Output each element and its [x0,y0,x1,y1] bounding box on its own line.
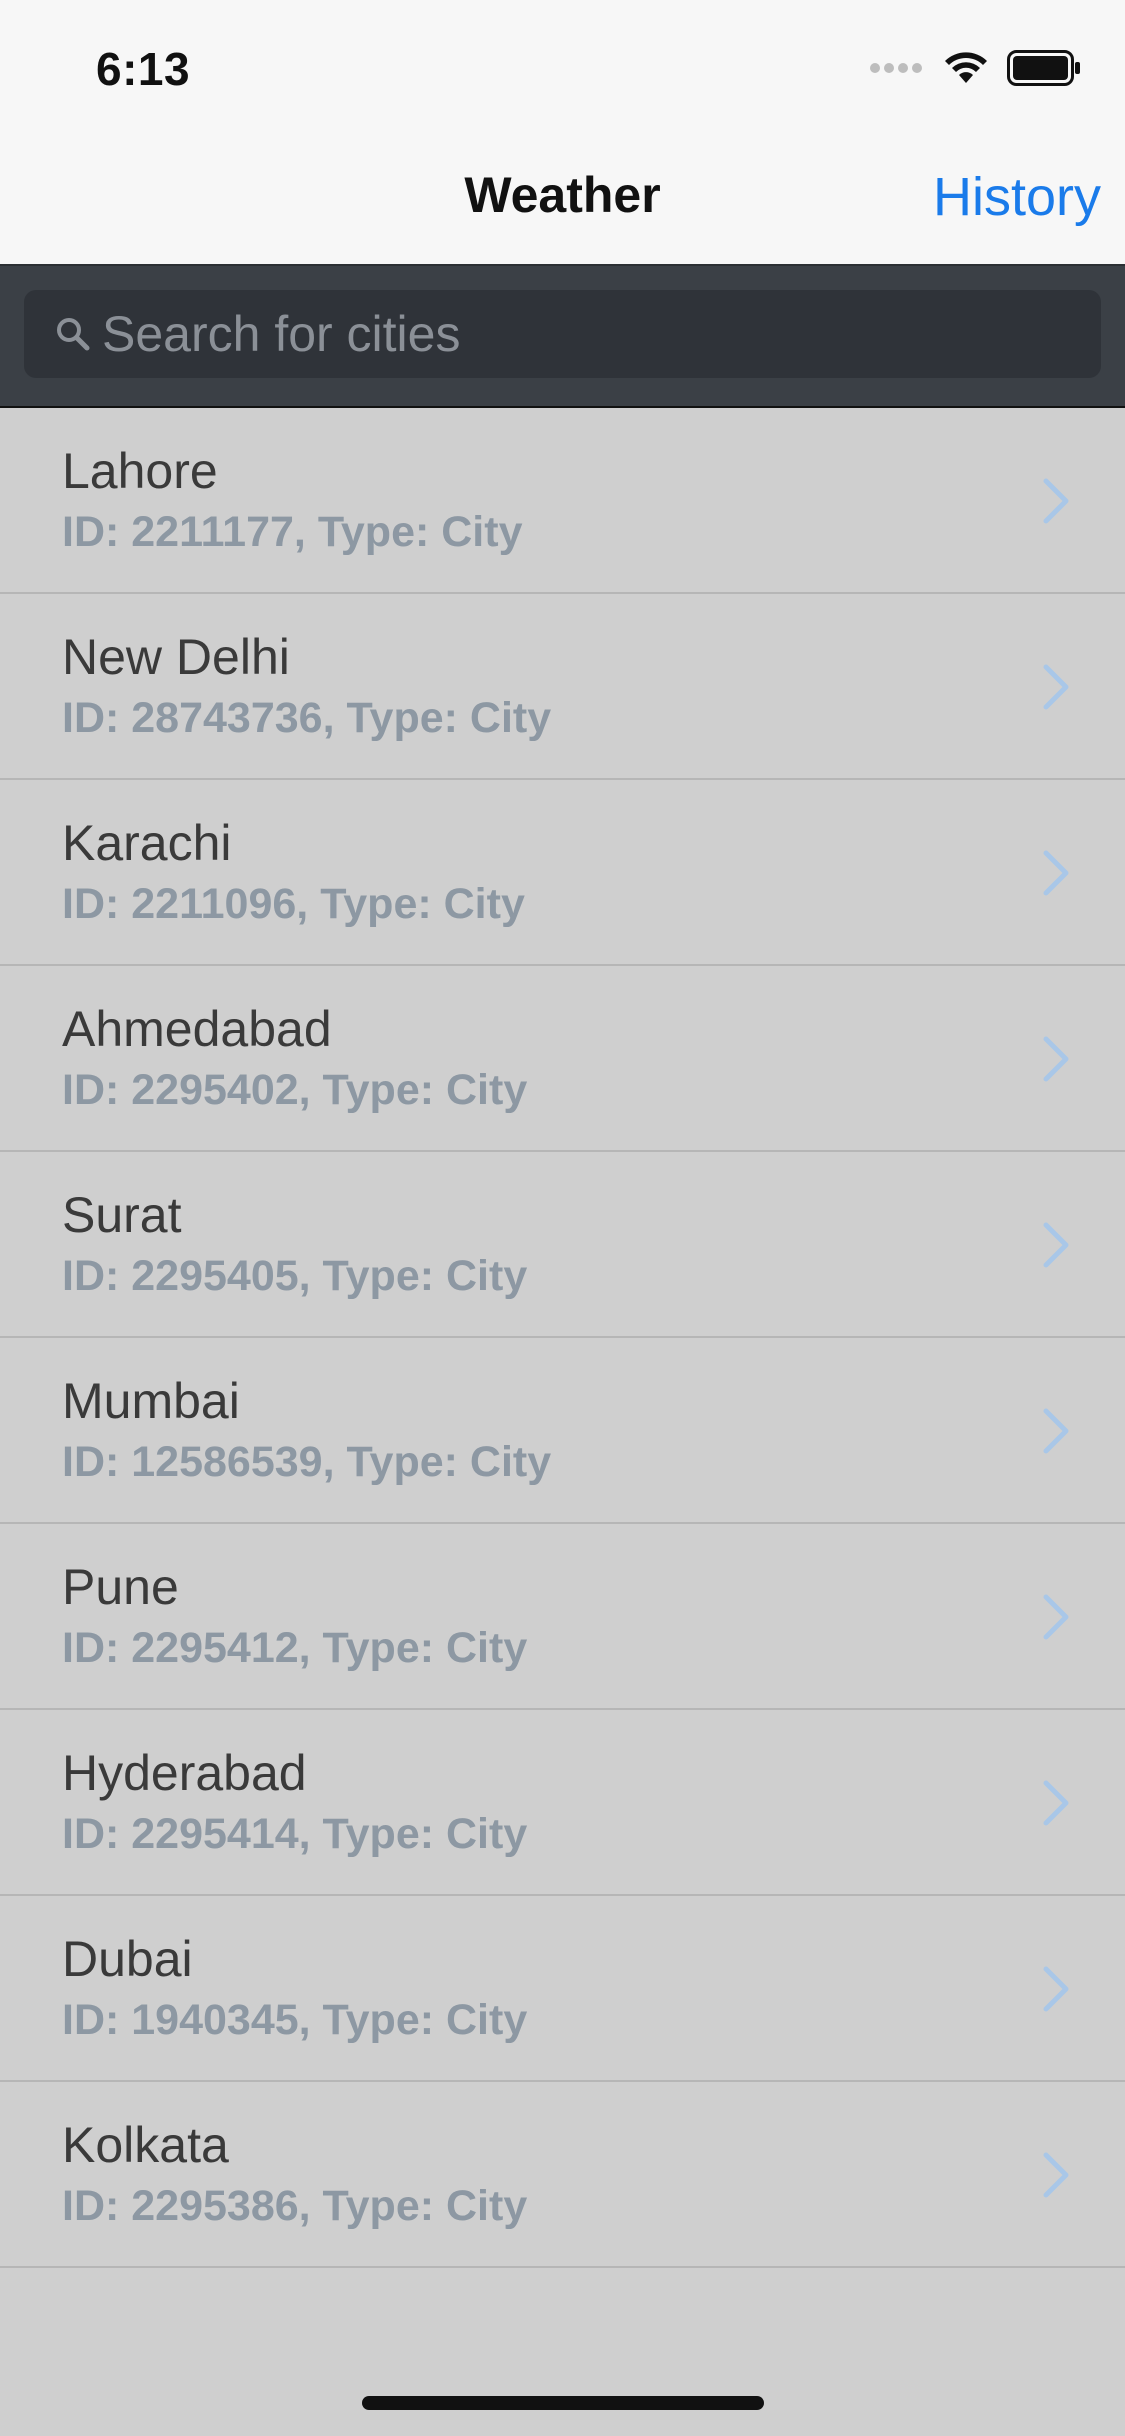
search-bar [0,266,1125,408]
city-name: Dubai [62,1931,193,1987]
city-details: ID: 2295402, Type: City [62,1066,528,1114]
city-list: Lahore ID: 2211177, Type: City New Delhi… [0,408,1125,2268]
chevron-right-icon [1043,1594,1069,1640]
list-item[interactable]: Ahmedabad ID: 2295402, Type: City [0,966,1125,1152]
city-name: Karachi [62,815,232,871]
battery-icon [1007,49,1081,91]
list-item[interactable]: Mumbai ID: 12586539, Type: City [0,1338,1125,1524]
city-name: Kolkata [62,2117,229,2173]
list-item[interactable]: Lahore ID: 2211177, Type: City [0,408,1125,594]
city-name: New Delhi [62,629,290,685]
chevron-right-icon [1043,1780,1069,1826]
search-icon [52,313,94,355]
city-details: ID: 1940345, Type: City [62,1996,528,2044]
list-item[interactable]: Surat ID: 2295405, Type: City [0,1152,1125,1338]
history-button[interactable]: History [933,166,1101,228]
chevron-right-icon [1043,2152,1069,2198]
city-details: ID: 2211177, Type: City [62,508,523,556]
chevron-right-icon [1043,1222,1069,1268]
city-details: ID: 2211096, Type: City [62,880,525,928]
city-name: Surat [62,1187,182,1243]
home-indicator[interactable] [362,2396,764,2410]
list-item[interactable]: Pune ID: 2295412, Type: City [0,1524,1125,1710]
chevron-right-icon [1043,1408,1069,1454]
chevron-right-icon [1043,1036,1069,1082]
status-icons [869,49,1081,91]
city-name: Mumbai [62,1373,240,1429]
status-bar: 6:13 [0,0,1125,132]
city-details: ID: 2295386, Type: City [62,2182,528,2230]
list-item[interactable]: Kolkata ID: 2295386, Type: City [0,2082,1125,2268]
city-name: Lahore [62,443,218,499]
chevron-right-icon [1043,664,1069,710]
wifi-icon [943,51,989,90]
city-details: ID: 2295405, Type: City [62,1252,528,1300]
chevron-right-icon [1043,850,1069,896]
city-details: ID: 2295414, Type: City [62,1810,528,1858]
list-item[interactable]: Hyderabad ID: 2295414, Type: City [0,1710,1125,1896]
city-name: Hyderabad [62,1745,307,1801]
search-field[interactable] [24,290,1101,378]
city-name: Ahmedabad [62,1001,332,1057]
city-details: ID: 12586539, Type: City [62,1438,552,1486]
list-item[interactable]: Karachi ID: 2211096, Type: City [0,780,1125,966]
list-item[interactable]: Dubai ID: 1940345, Type: City [0,1896,1125,2082]
chevron-right-icon [1043,478,1069,524]
list-item[interactable]: New Delhi ID: 28743736, Type: City [0,594,1125,780]
chevron-right-icon [1043,1966,1069,2012]
search-input[interactable] [100,304,1064,364]
navigation-bar: Weather History [0,132,1125,266]
status-time: 6:13 [96,43,191,95]
city-name: Pune [62,1559,179,1615]
city-details: ID: 2295412, Type: City [62,1624,528,1672]
signal-dots-icon [869,61,925,79]
city-details: ID: 28743736, Type: City [62,694,552,742]
